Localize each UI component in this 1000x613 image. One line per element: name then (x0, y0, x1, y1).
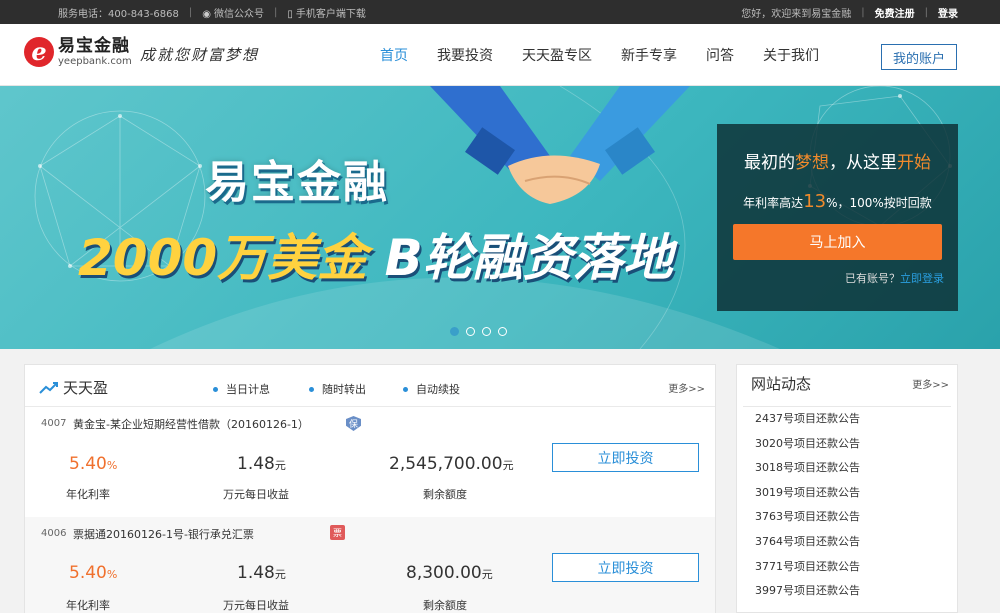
product-id: 4006 (41, 528, 67, 539)
annual-rate-value: 5.40% (69, 454, 118, 474)
feature-item: 当日计息 (213, 381, 270, 397)
hero-banner[interactable]: 易宝金融 2000万美金 B轮融资落地 最初的梦想，从这里开始 年利率高达13%… (0, 86, 1000, 349)
annual-rate-value: 5.40% (69, 563, 118, 583)
daily-income-label: 万元每日收益 (223, 599, 289, 612)
main-nav: 首页 我要投资 天天盈专区 新手专享 问答 关于我们 (380, 24, 848, 86)
bill-badge-icon: 票 (330, 525, 345, 540)
news-item[interactable]: 3771号项目还款公告 (743, 555, 951, 580)
carousel-dot[interactable] (482, 327, 491, 336)
mobile-app-link[interactable]: ▯ 手机客户端下载 (287, 5, 366, 20)
daily-income-value: 1.48元 (237, 454, 286, 474)
news-item[interactable]: 3997号项目还款公告 (743, 579, 951, 604)
news-item[interactable]: 3763号项目还款公告 (743, 505, 951, 530)
nav-home[interactable]: 首页 (380, 45, 408, 65)
top-bar: 服务电话：400-843-6868 | ◉ 微信公众号 | ▯ 手机客户端下载 您好… (0, 0, 1000, 24)
news-item[interactable]: 3019号项目还款公告 (743, 481, 951, 506)
invest-now-button[interactable]: 立即投资 (552, 443, 699, 472)
site-news-card: 网站动态 更多>> 2437号项目还款公告 3020号项目还款公告 3018号项… (736, 364, 958, 613)
mobile-phone-icon: ▯ (287, 8, 293, 20)
welcome-text: 您好，欢迎来到易宝金融 (741, 8, 852, 20)
nav-tiantianying[interactable]: 天天盈专区 (522, 45, 592, 65)
news-item[interactable]: 3018号项目还款公告 (743, 456, 951, 481)
wechat-icon: ◉ (202, 8, 211, 20)
login-link[interactable]: 登录 (938, 5, 958, 20)
panel-subtitle: 年利率高达13%，100%按时回款 (743, 191, 932, 212)
card-header: 天天盈 当日计息 随时转出 自动续投 更多>> (25, 365, 715, 407)
handshake-illustration (430, 86, 690, 204)
annual-rate-label: 年化利率 (66, 599, 110, 612)
nav-faq[interactable]: 问答 (706, 45, 734, 65)
wechat-label: 微信公众号 (213, 8, 264, 20)
slogan: 成就您财富梦想 (140, 46, 260, 64)
site-logo[interactable]: e 易宝金融 yeepbank.com (24, 36, 132, 68)
product-id: 4007 (41, 418, 67, 429)
guarantee-badge-icon: 保 (346, 416, 361, 431)
news-item[interactable]: 2437号项目还款公告 (743, 407, 951, 432)
logo-en-text: yeepbank.com (58, 56, 132, 67)
logo-cn-text: 易宝金融 (58, 36, 130, 56)
mobile-app-label: 手机客户端下载 (295, 8, 366, 20)
product-name[interactable]: 黄金宝-某企业短期经营性借款（20160126-1） (73, 416, 309, 432)
carousel-dot[interactable] (450, 327, 459, 336)
card-more-link[interactable]: 更多>> (668, 380, 705, 395)
carousel-dot[interactable] (498, 327, 507, 336)
card-title: 天天盈 (63, 379, 109, 397)
banner-amount: 2000万美金 (78, 229, 368, 287)
remaining-amount-value: 2,545,700.00元 (389, 454, 514, 474)
panel-login-hint: 已有账号？立即登录 (845, 272, 944, 285)
my-account-button[interactable]: 我的账户 (881, 44, 957, 70)
banner-title-line2: 2000万美金 B轮融资落地 (78, 218, 673, 290)
news-title: 网站动态 (751, 375, 812, 393)
trend-up-icon (39, 381, 58, 394)
panel-title: 最初的梦想，从这里开始 (744, 153, 931, 173)
invest-now-button[interactable]: 立即投资 (552, 553, 699, 582)
news-more-link[interactable]: 更多>> (912, 376, 949, 391)
service-phone: 服务电话：400-843-6868 (58, 8, 179, 20)
daily-income-value: 1.48元 (237, 563, 286, 583)
nav-newbie[interactable]: 新手专享 (621, 45, 677, 65)
annual-rate-label: 年化利率 (66, 488, 110, 501)
remaining-amount-value: 8,300.00元 (406, 563, 493, 583)
news-item[interactable]: 3764号项目还款公告 (743, 530, 951, 555)
register-link[interactable]: 免费注册 (875, 5, 915, 20)
tiantianying-card: 天天盈 当日计息 随时转出 自动续投 更多>> 4007 黄金宝-某企业短期经营… (24, 364, 716, 613)
banner-title-line1: 易宝金融 (205, 157, 389, 208)
product-row: 4007 黄金宝-某企业短期经营性借款（20160126-1） 保 5.40% … (25, 407, 715, 517)
feature-item: 自动续投 (403, 381, 460, 397)
site-header: e 易宝金融 yeepbank.com 成就您财富梦想 首页 我要投资 天天盈专… (0, 24, 1000, 86)
remaining-amount-label: 剩余额度 (423, 599, 467, 612)
signup-panel: 最初的梦想，从这里开始 年利率高达13%，100%按时回款 马上加入 已有账号？… (717, 124, 958, 311)
join-now-button[interactable]: 马上加入 (733, 224, 942, 260)
carousel-dot[interactable] (466, 327, 475, 336)
logo-e-icon: e (24, 37, 54, 67)
product-name[interactable]: 票据通20160126-1号-银行承兑汇票 (73, 526, 254, 542)
wechat-link[interactable]: ◉ 微信公众号 (202, 5, 264, 20)
daily-income-label: 万元每日收益 (223, 488, 289, 501)
news-list: 2437号项目还款公告 3020号项目还款公告 3018号项目还款公告 3019… (743, 406, 951, 604)
news-item[interactable]: 3020号项目还款公告 (743, 432, 951, 457)
carousel-dots (450, 327, 507, 336)
banner-round: B轮融资落地 (367, 229, 673, 287)
nav-about[interactable]: 关于我们 (763, 45, 819, 65)
feature-item: 随时转出 (309, 381, 366, 397)
login-now-link[interactable]: 立即登录 (900, 272, 944, 285)
product-row: 4006 票据通20160126-1号-银行承兑汇票 票 5.40% 1.48元… (25, 517, 715, 613)
remaining-amount-label: 剩余额度 (423, 488, 467, 501)
nav-invest[interactable]: 我要投资 (437, 45, 493, 65)
